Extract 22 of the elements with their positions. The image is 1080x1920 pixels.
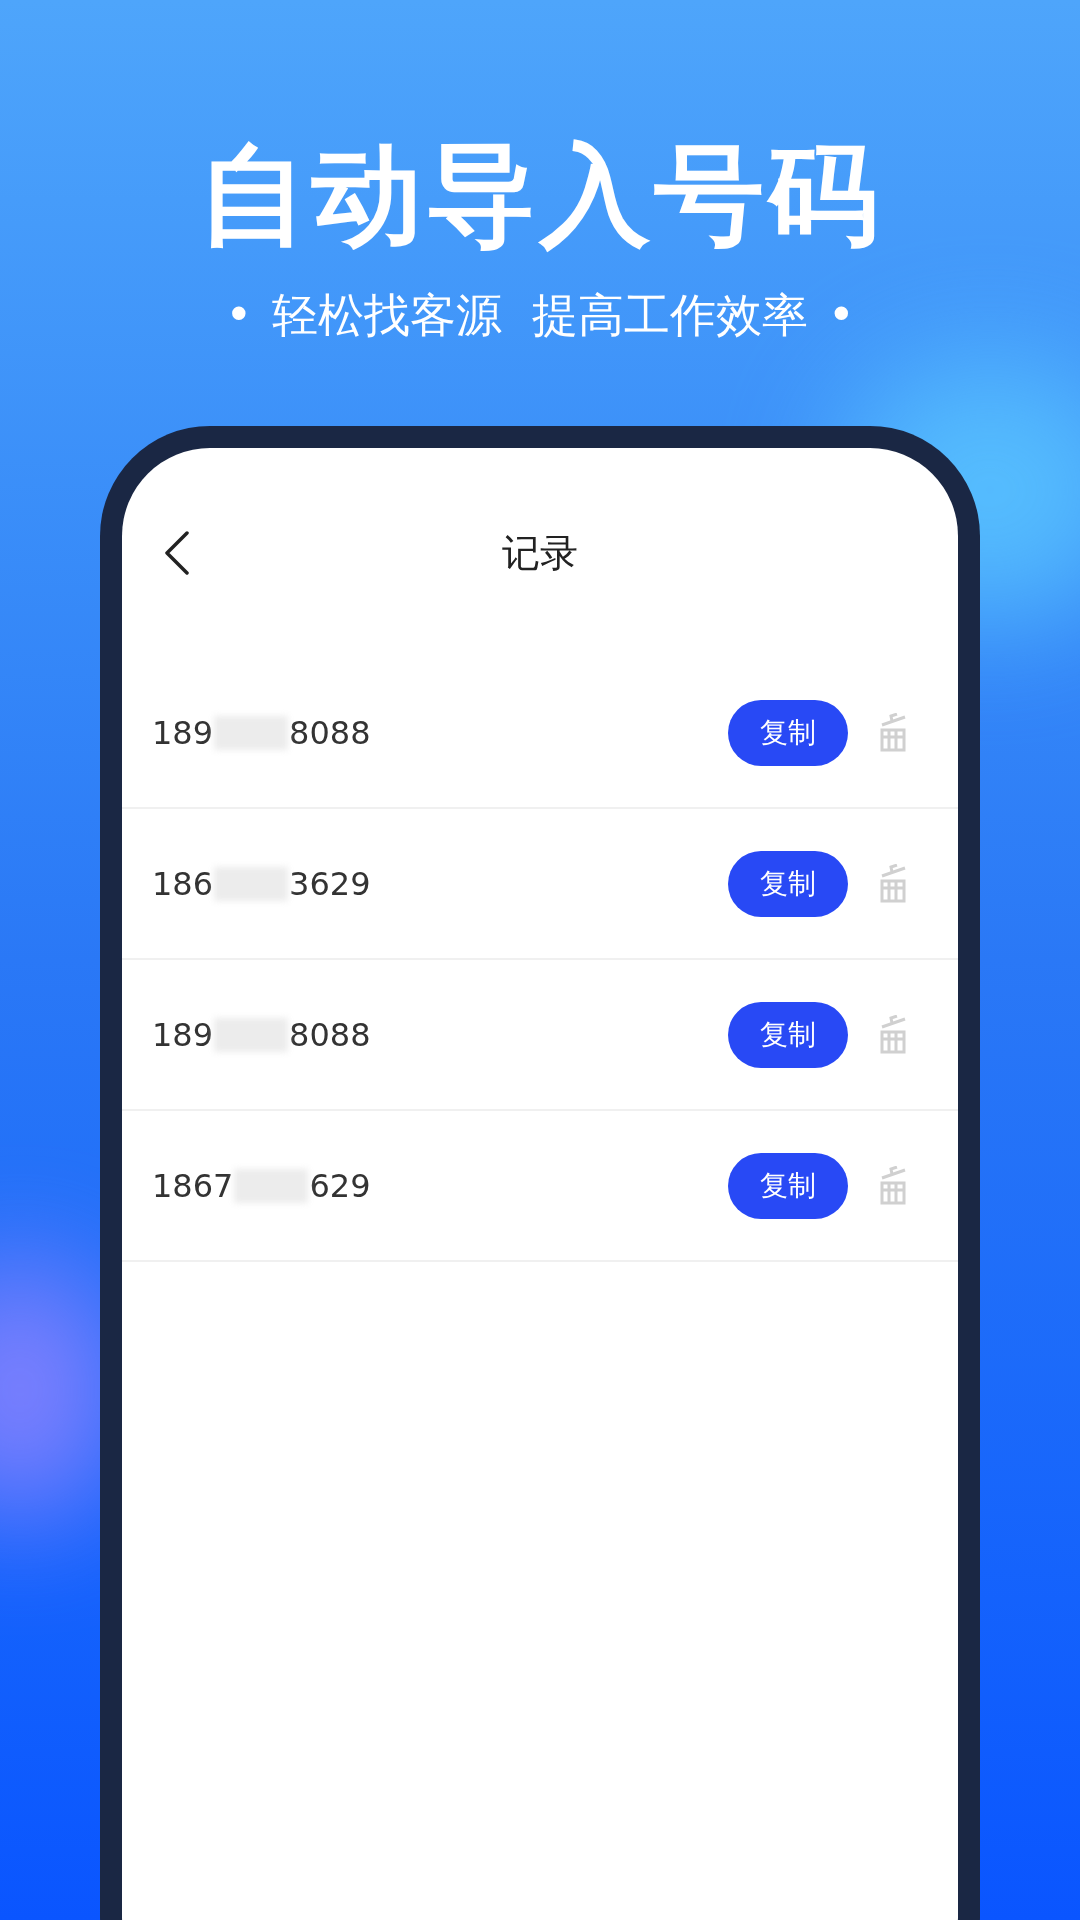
phone-number-end: 3629 (289, 863, 371, 905)
copy-button[interactable]: 复制 (728, 1152, 848, 1219)
trash-icon[interactable] (878, 1165, 908, 1206)
headline: 自动导入号码 (198, 140, 882, 250)
copy-button[interactable]: 复制 (728, 850, 848, 917)
trash-icon[interactable] (878, 863, 908, 904)
phone-number-end: 629 (309, 1165, 371, 1207)
phone-number-end: 8088 (289, 712, 371, 754)
copy-button[interactable]: 复制 (728, 1001, 848, 1068)
screen-title: 记录 (502, 529, 578, 577)
bullet: • (827, 292, 855, 338)
trash-icon[interactable] (878, 1014, 908, 1055)
subtitle: 轻松找客源 提高工作效率 (272, 292, 808, 338)
phone-number-start: 189 (152, 712, 214, 754)
copy-button[interactable]: 复制 (728, 699, 848, 766)
phone-number-start: 186 (152, 863, 214, 905)
phone-number-start: 189 (152, 1014, 214, 1056)
trash-icon[interactable] (878, 712, 908, 753)
bullet: • (225, 292, 253, 338)
back-icon[interactable] (164, 531, 190, 575)
phone-number-end: 8088 (289, 1014, 371, 1056)
phone-number-start: 1867 (152, 1165, 234, 1207)
